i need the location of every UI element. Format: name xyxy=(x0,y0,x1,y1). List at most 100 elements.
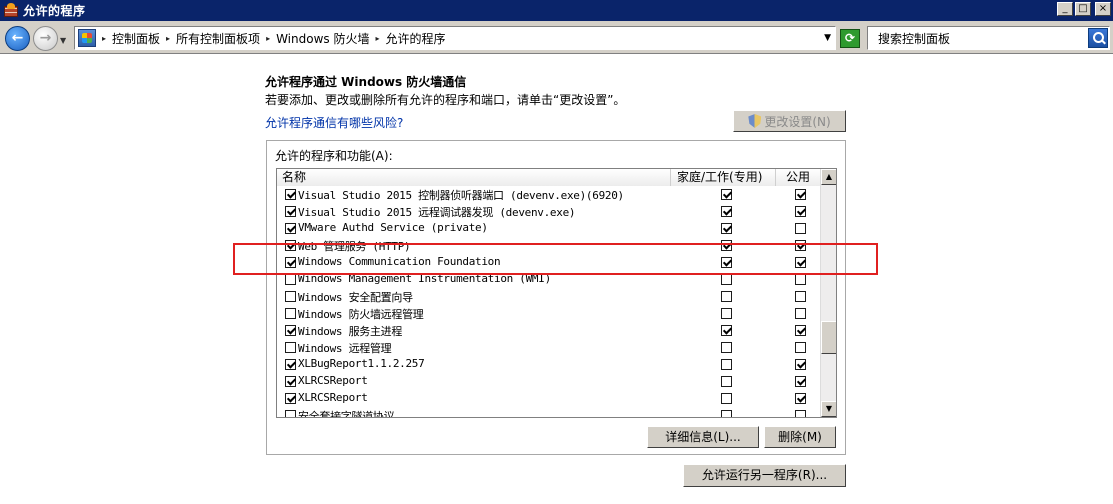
program-enabled-checkbox[interactable] xyxy=(285,342,296,353)
program-enabled-checkbox[interactable] xyxy=(285,325,296,336)
program-enabled-checkbox[interactable] xyxy=(285,257,296,268)
public-checkbox[interactable] xyxy=(795,274,806,285)
program-enabled-checkbox[interactable] xyxy=(285,274,296,285)
table-row[interactable]: Windows 防火墙远程管理 xyxy=(277,305,820,322)
program-enabled-checkbox[interactable] xyxy=(285,359,296,370)
home-work-checkbox[interactable] xyxy=(721,325,732,336)
table-row[interactable]: XLRCSReport xyxy=(277,373,820,390)
search-icon[interactable] xyxy=(1088,28,1108,48)
public-checkbox[interactable] xyxy=(795,325,806,336)
change-settings-button[interactable]: 更改设置(N) xyxy=(733,110,846,132)
chevron-down-icon[interactable]: ▼ xyxy=(824,33,831,43)
program-enabled-checkbox[interactable] xyxy=(285,291,296,302)
program-enabled-checkbox[interactable] xyxy=(285,223,296,234)
home-work-checkbox[interactable] xyxy=(721,393,732,404)
program-enabled-checkbox[interactable] xyxy=(285,308,296,319)
title-bar: 允许的程序 _ □ × xyxy=(0,0,1113,21)
public-checkbox[interactable] xyxy=(795,206,806,217)
column-header-home[interactable]: 家庭/工作(专用) xyxy=(671,169,776,186)
address-bar: ← → ▼ ▸ 控制面板 ▸ 所有控制面板项 ▸ Windows 防火墙 ▸ 允… xyxy=(0,21,1113,54)
public-checkbox[interactable] xyxy=(795,189,806,200)
program-enabled-checkbox[interactable] xyxy=(285,240,296,251)
table-row[interactable]: Windows 安全配置向导 xyxy=(277,288,820,305)
scroll-thumb[interactable] xyxy=(821,321,836,354)
home-work-checkbox[interactable] xyxy=(721,291,732,302)
public-checkbox[interactable] xyxy=(795,410,806,417)
back-button[interactable]: ← xyxy=(5,26,30,51)
public-checkbox[interactable] xyxy=(795,240,806,251)
column-header-name[interactable]: 名称 xyxy=(277,169,671,186)
page-description: 若要添加、更改或删除所有允许的程序和端口，请单击“更改设置”。 xyxy=(265,93,626,107)
program-name: Visual Studio 2015 远程调试器发现 (devenv.exe) xyxy=(298,206,576,219)
refresh-button[interactable]: ⟳ xyxy=(840,29,860,48)
table-row[interactable]: Visual Studio 2015 远程调试器发现 (devenv.exe) xyxy=(277,203,820,220)
table-row[interactable]: XLBugReport1.1.2.257 xyxy=(277,356,820,373)
minimize-button[interactable]: _ xyxy=(1057,2,1073,16)
chevron-right-icon[interactable]: ▸ xyxy=(266,34,270,43)
breadcrumb-control-panel[interactable]: 控制面板 xyxy=(112,30,160,47)
home-work-checkbox[interactable] xyxy=(721,342,732,353)
scrollbar[interactable]: ▲ ▼ xyxy=(820,169,836,417)
program-enabled-checkbox[interactable] xyxy=(285,376,296,387)
uac-shield-icon xyxy=(748,114,762,128)
public-checkbox[interactable] xyxy=(795,376,806,387)
column-header-public[interactable]: 公用 xyxy=(776,169,820,186)
table-row[interactable]: Visual Studio 2015 控制器侦听器端口 (devenv.exe)… xyxy=(277,186,820,203)
home-work-checkbox[interactable] xyxy=(721,189,732,200)
public-checkbox[interactable] xyxy=(795,257,806,268)
table-row[interactable]: Windows 服务主进程 xyxy=(277,322,820,339)
program-enabled-checkbox[interactable] xyxy=(285,189,296,200)
public-checkbox[interactable] xyxy=(795,308,806,319)
program-name: Web 管理服务 (HTTP) xyxy=(298,240,411,253)
close-button[interactable]: × xyxy=(1095,2,1111,16)
delete-button[interactable]: 删除(M) xyxy=(764,426,836,448)
recent-pages-icon[interactable]: ▼ xyxy=(60,36,66,45)
public-checkbox[interactable] xyxy=(795,359,806,370)
home-work-checkbox[interactable] xyxy=(721,206,732,217)
home-work-checkbox[interactable] xyxy=(721,376,732,387)
scroll-down-button[interactable]: ▼ xyxy=(821,401,836,417)
program-enabled-checkbox[interactable] xyxy=(285,410,296,417)
public-checkbox[interactable] xyxy=(795,342,806,353)
forward-button[interactable]: → xyxy=(33,26,58,51)
breadcrumb-all-items[interactable]: 所有控制面板项 xyxy=(176,30,260,47)
breadcrumb[interactable]: ▸ 控制面板 ▸ 所有控制面板项 ▸ Windows 防火墙 ▸ 允许的程序 ▼ xyxy=(74,26,836,50)
home-work-checkbox[interactable] xyxy=(721,308,732,319)
program-name: Windows Communication Foundation xyxy=(298,255,501,268)
programs-list[interactable]: 名称 家庭/工作(专用) 公用 Visual Studio 2015 控制器侦听… xyxy=(276,168,837,418)
page-title: 允许程序通过 Windows 防火墙通信 xyxy=(265,75,467,89)
chevron-right-icon[interactable]: ▸ xyxy=(375,34,379,43)
breadcrumb-allowed-programs[interactable]: 允许的程序 xyxy=(385,30,445,47)
search-input[interactable]: 搜索控制面板 xyxy=(867,26,1110,50)
control-panel-icon xyxy=(78,29,96,47)
home-work-checkbox[interactable] xyxy=(721,410,732,417)
public-checkbox[interactable] xyxy=(795,223,806,234)
home-work-checkbox[interactable] xyxy=(721,257,732,268)
table-row[interactable]: 安全套接字隧道协议 xyxy=(277,407,820,418)
table-row[interactable]: Web 管理服务 (HTTP) xyxy=(277,237,820,254)
home-work-checkbox[interactable] xyxy=(721,223,732,234)
breadcrumb-firewall[interactable]: Windows 防火墙 xyxy=(276,30,369,47)
table-row[interactable]: Windows Communication Foundation xyxy=(277,254,820,271)
program-name: VMware Authd Service (private) xyxy=(298,221,488,234)
table-row[interactable]: Windows 远程管理 xyxy=(277,339,820,356)
maximize-button[interactable]: □ xyxy=(1075,2,1091,16)
chevron-right-icon[interactable]: ▸ xyxy=(166,34,170,43)
public-checkbox[interactable] xyxy=(795,393,806,404)
details-button[interactable]: 详细信息(L)... xyxy=(647,426,759,448)
home-work-checkbox[interactable] xyxy=(721,274,732,285)
allow-another-program-button[interactable]: 允许运行另一程序(R)... xyxy=(683,464,846,487)
home-work-checkbox[interactable] xyxy=(721,240,732,251)
program-enabled-checkbox[interactable] xyxy=(285,206,296,217)
risk-info-link[interactable]: 允许程序通信有哪些风险? xyxy=(265,114,403,131)
program-name: XLRCSReport xyxy=(298,374,368,387)
home-work-checkbox[interactable] xyxy=(721,359,732,370)
program-enabled-checkbox[interactable] xyxy=(285,393,296,404)
program-name: 安全套接字隧道协议 xyxy=(298,410,395,418)
table-row[interactable]: Windows Management Instrumentation (WMI) xyxy=(277,271,820,288)
chevron-right-icon[interactable]: ▸ xyxy=(102,34,106,43)
public-checkbox[interactable] xyxy=(795,291,806,302)
table-row[interactable]: XLRCSReport xyxy=(277,390,820,407)
table-row[interactable]: VMware Authd Service (private) xyxy=(277,220,820,237)
scroll-up-button[interactable]: ▲ xyxy=(821,169,836,185)
